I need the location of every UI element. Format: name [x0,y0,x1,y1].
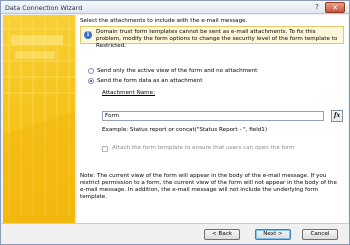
cancel-button[interactable]: Cancel [302,229,338,240]
back-button[interactable]: < Back [204,229,240,240]
help-button[interactable]: ? [310,2,324,13]
formula-button[interactable]: fx [331,110,343,122]
attachment-name-input[interactable]: Form [102,111,324,121]
note-text: Note: The current view of the form will … [80,173,337,200]
info-text: Domain trust form templates cannot be se… [96,29,338,49]
radio-active-view-only[interactable] [88,68,94,74]
radio-send-attachment[interactable] [88,78,94,84]
attach-template-label[interactable]: Attach the form template to ensure that … [112,145,295,151]
wizard-banner [3,15,75,223]
title-bar[interactable]: Data Connection Wizard ? ✕ [1,1,349,14]
info-banner: i Domain trust form templates cannot be … [80,26,344,49]
attachment-example-text: Example: Status report or concat("Status… [102,127,268,133]
wizard-content: Select the attachments to include with t… [77,15,348,223]
radio-active-view-label[interactable]: Send only the active view of the form an… [97,68,257,74]
info-icon: i [84,31,92,39]
page-heading: Select the attachments to include with t… [80,18,248,24]
wizard-window: Data Connection Wizard ? ✕ Select the at… [0,0,350,245]
button-bar: < Back Next > Cancel [1,223,349,244]
banner-graphic [3,19,75,223]
radio-send-attachment-label[interactable]: Send the form data as an attachment [97,78,202,84]
close-button[interactable]: ✕ [325,2,345,13]
attachment-name-label: Attachment Name: [102,90,155,96]
window-title: Data Connection Wizard [5,4,83,12]
next-button[interactable]: Next > [255,229,291,240]
attach-template-checkbox[interactable] [102,146,108,152]
